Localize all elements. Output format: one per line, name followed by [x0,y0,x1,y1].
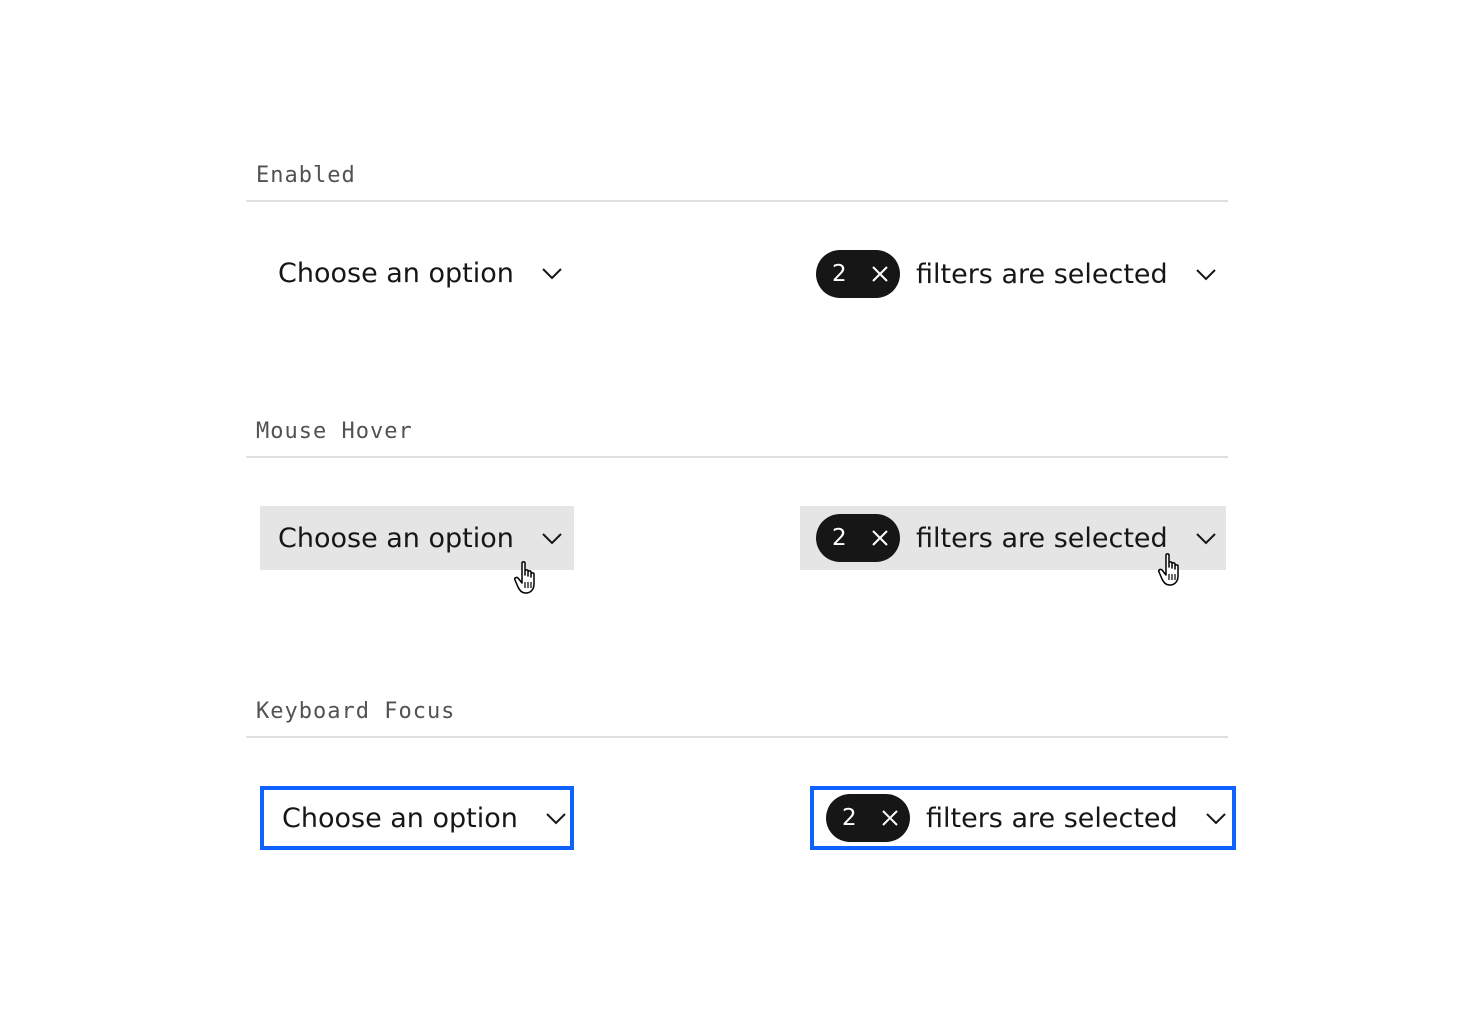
selected-count: 2 [842,805,857,831]
section-title-keyboard-focus: Keyboard Focus [256,699,456,724]
hand-cursor-icon [514,561,535,594]
close-icon[interactable] [870,528,890,548]
close-icon[interactable] [880,808,900,828]
section-title-enabled: Enabled [256,163,356,188]
chevron-down-icon [1204,806,1228,830]
chevron-down-icon [540,261,564,285]
dropdown-label: filters are selected [926,802,1178,834]
hand-cursor-icon [1158,553,1179,586]
dropdown-single-focus[interactable]: Choose an option [260,786,574,850]
selected-count-tag: 2 [816,514,900,562]
dropdown-multi-enabled[interactable]: 2 filters are selected [800,242,1226,306]
chevron-down-icon [1194,262,1218,286]
selected-count: 2 [832,261,847,287]
dropdown-label: Choose an option [278,522,514,554]
dropdown-label: Choose an option [282,802,518,834]
dropdown-multi-focus[interactable]: 2 filters are selected [810,786,1236,850]
chevron-down-icon [544,806,568,830]
selected-count-tag: 2 [826,794,910,842]
section-title-mouse-hover: Mouse Hover [256,419,413,444]
section-divider [246,200,1228,202]
dropdown-single-enabled[interactable]: Choose an option [260,241,574,305]
selected-count: 2 [832,525,847,551]
chevron-down-icon [540,526,564,550]
close-icon[interactable] [870,264,890,284]
section-divider [246,736,1228,738]
dropdown-label: filters are selected [916,522,1168,554]
section-divider [246,456,1228,458]
selected-count-tag: 2 [816,250,900,298]
chevron-down-icon [1194,526,1218,550]
dropdown-label: filters are selected [916,258,1168,290]
dropdown-label: Choose an option [278,257,514,289]
